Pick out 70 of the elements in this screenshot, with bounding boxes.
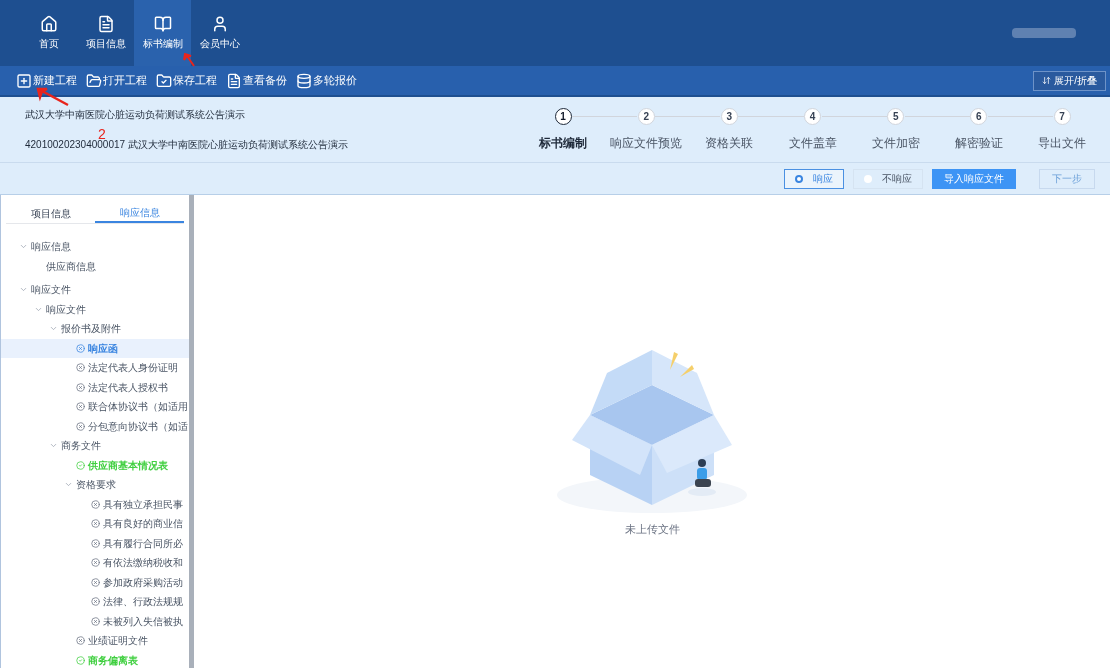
step[interactable]: 6 解密验证 xyxy=(940,107,1017,152)
tree-item[interactable]: 有依法缴纳税收和 xyxy=(1,553,189,573)
x-circle-icon xyxy=(91,499,100,509)
tree-item[interactable]: 联合体协议书（如适用 xyxy=(1,397,189,417)
tree-item[interactable]: 供应商信息 xyxy=(1,256,189,276)
document-icon xyxy=(96,15,115,33)
x-circle-icon xyxy=(76,382,85,392)
x-circle-icon xyxy=(91,558,100,568)
tree-item[interactable]: 具有良好的商业信 xyxy=(1,514,189,534)
tree-item[interactable]: 具有履行合同所必 xyxy=(1,533,189,553)
nav-tab[interactable]: 标书编制 xyxy=(134,0,191,66)
project-title: 武汉大学中南医院心脏运动负荷测试系统公告演示 xyxy=(25,108,246,122)
blurred-username xyxy=(1012,28,1076,38)
tree-item[interactable]: 法定代表人授权书 xyxy=(1,377,189,397)
tree-item[interactable]: 分包意向协议书（如适 xyxy=(1,416,189,436)
x-circle-icon xyxy=(91,597,100,607)
tree-item[interactable]: 参加政府采购活动 xyxy=(1,572,189,592)
toolbar-button[interactable]: 多轮报价 xyxy=(296,72,357,89)
sidebar-tab[interactable]: 项目信息 xyxy=(6,203,95,223)
step[interactable]: 1 标书编制 xyxy=(525,107,601,152)
radio-option[interactable]: 响应 xyxy=(784,168,844,189)
book-icon xyxy=(153,15,172,33)
arrows-icon xyxy=(1042,76,1052,85)
plus-square-icon xyxy=(16,72,32,89)
x-circle-icon xyxy=(91,577,100,587)
toolbar-button[interactable]: 打开工程 xyxy=(86,72,147,89)
tree-group-label[interactable]: 响应文件 xyxy=(31,282,71,298)
tree-group-label[interactable]: 资格要求 xyxy=(76,477,116,493)
toolbar-button[interactable]: 查看备份 xyxy=(226,72,287,89)
nav-tab[interactable]: 会员中心 xyxy=(191,0,248,66)
database-icon xyxy=(296,72,312,89)
tree-item[interactable]: 业绩证明文件 xyxy=(1,631,189,651)
annotation-arrow xyxy=(182,53,196,67)
sidebar-tab[interactable]: 响应信息 xyxy=(95,203,184,223)
check-circle-icon xyxy=(76,655,85,665)
document-icon xyxy=(226,72,242,89)
tree-group-label[interactable]: 响应信息 xyxy=(31,239,71,255)
check-circle-icon xyxy=(76,460,85,470)
step[interactable]: 4 文件盖章 xyxy=(774,107,851,152)
x-circle-icon xyxy=(76,421,85,431)
step[interactable]: 2 响应文件预览 xyxy=(608,107,685,152)
nav-tab[interactable]: 首页 xyxy=(20,0,77,66)
empty-message: 未上传文件 xyxy=(624,522,680,537)
expand-collapse-button[interactable]: 展开/折叠 xyxy=(1033,70,1106,91)
tree-group-label[interactable]: 响应文件 xyxy=(46,301,86,317)
x-circle-icon xyxy=(76,343,85,353)
tree-item[interactable]: 法律、行政法规规 xyxy=(1,592,189,612)
x-circle-icon xyxy=(76,363,85,373)
home-icon xyxy=(39,15,58,33)
toolbar-button[interactable]: 保存工程 xyxy=(156,72,217,89)
annotation-arrow xyxy=(36,87,70,107)
step[interactable]: 3 资格关联 xyxy=(691,107,768,152)
x-circle-icon xyxy=(76,636,85,646)
tree-item[interactable]: 法定代表人身份证明 xyxy=(1,358,189,378)
project-code-title: 420100202304000017 武汉大学中南医院心脏运动负荷测试系统公告演示 xyxy=(25,139,349,152)
x-circle-icon xyxy=(91,616,100,626)
toolbar-button[interactable]: 新建工程 xyxy=(16,72,77,89)
step[interactable]: 5 文件加密 xyxy=(857,107,934,152)
x-circle-icon xyxy=(91,519,100,529)
x-circle-icon xyxy=(76,402,85,412)
step[interactable]: 7 导出文件 xyxy=(1024,107,1101,152)
tree-item[interactable]: 未被列入失信被执 xyxy=(1,611,189,631)
folder-check-icon xyxy=(156,72,172,89)
radio-option[interactable]: 不响应 xyxy=(853,168,923,189)
nav-tab[interactable]: 项目信息 xyxy=(77,0,134,66)
tree-group-label[interactable]: 报价书及附件 xyxy=(61,321,121,337)
x-circle-icon xyxy=(91,538,100,548)
folder-icon xyxy=(86,72,102,89)
tree-item[interactable]: 具有独立承担民事 xyxy=(1,494,189,514)
tree-group-label[interactable]: 商务文件 xyxy=(61,438,101,454)
